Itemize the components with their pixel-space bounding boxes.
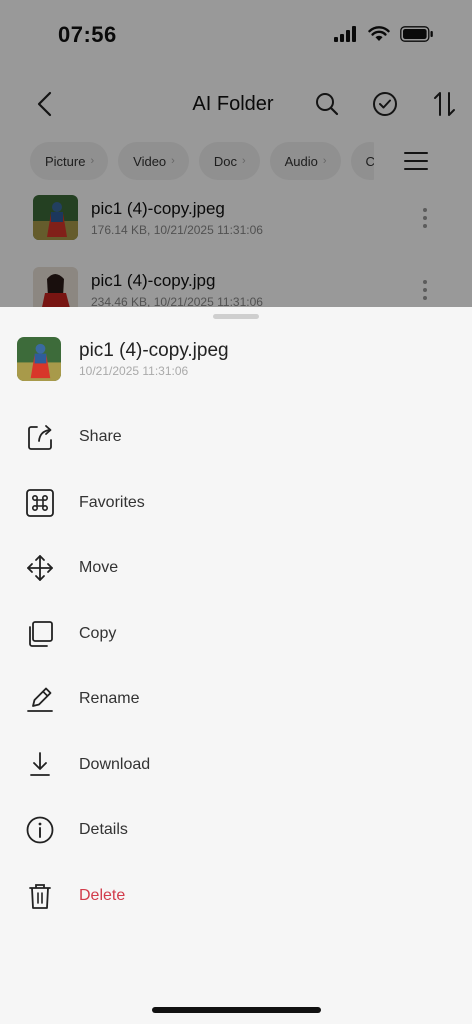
home-indicator[interactable]: [152, 1007, 321, 1013]
share-action[interactable]: Share: [0, 409, 472, 465]
sheet-file-meta: 10/21/2025 11:31:06: [79, 364, 189, 378]
download-icon: [24, 749, 56, 781]
delete-action[interactable]: Delete: [0, 868, 472, 924]
command-icon: [24, 487, 56, 519]
download-action[interactable]: Download: [0, 737, 472, 793]
favorites-action[interactable]: Favorites: [0, 475, 472, 531]
favorites-label: Favorites: [79, 494, 145, 511]
move-label: Move: [79, 559, 119, 576]
share-icon: [24, 421, 56, 453]
copy-action[interactable]: Copy: [0, 606, 472, 662]
sheet-drag-handle[interactable]: [213, 314, 259, 319]
dim-overlay[interactable]: [0, 0, 472, 310]
move-action[interactable]: Move: [0, 540, 472, 596]
delete-label: Delete: [79, 887, 126, 904]
file-thumbnail: [17, 337, 61, 381]
download-label: Download: [79, 756, 151, 773]
info-icon: [24, 814, 56, 846]
copy-icon: [24, 618, 56, 650]
share-label: Share: [79, 428, 122, 445]
rename-label: Rename: [79, 690, 140, 707]
trash-icon: [24, 880, 56, 912]
move-icon: [24, 552, 56, 584]
copy-label: Copy: [79, 625, 117, 642]
pencil-icon: [24, 683, 56, 715]
rename-action[interactable]: Rename: [0, 671, 472, 727]
sheet-file-name: pic1 (4)-copy.jpeg: [79, 340, 229, 361]
sheet-file-header: pic1 (4)-copy.jpeg 10/21/2025 11:31:06: [0, 337, 472, 387]
details-label: Details: [79, 821, 128, 838]
action-sheet: pic1 (4)-copy.jpeg 10/21/2025 11:31:06 S…: [0, 307, 472, 1024]
details-action[interactable]: Details: [0, 802, 472, 858]
